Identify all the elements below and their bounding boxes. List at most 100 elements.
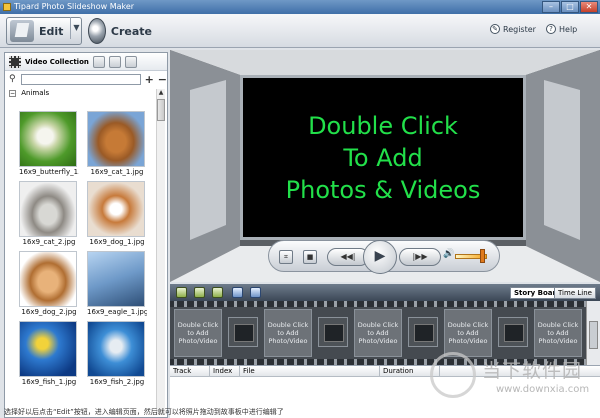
clipped-caption: 选择好以后点击“Edit”按钮，进入编辑页面，然后就可以将照片拖动到故事板中进行… [4, 408, 284, 416]
folder-icon[interactable] [124, 55, 137, 68]
volume-knob[interactable] [480, 249, 485, 263]
transition-slot[interactable] [318, 317, 348, 347]
transition-slot[interactable] [228, 317, 258, 347]
preview-line: Photos & Videos [285, 175, 481, 204]
next-button[interactable]: |▶▶ [399, 248, 441, 266]
maximize-button[interactable]: □ [561, 1, 579, 13]
thumbnail-item[interactable]: 16x9_cat_2.jpg [19, 181, 79, 246]
add-media-icon[interactable] [176, 287, 187, 298]
thumbnail-item[interactable]: 16x9_fish_2.jpg [87, 321, 147, 386]
thumbnail-image [19, 181, 77, 237]
thumbnail-item[interactable]: 16x9_fish_1.jpg [19, 321, 79, 386]
column-header-file[interactable]: File [240, 366, 380, 377]
zoom-in-icon[interactable] [232, 287, 243, 298]
create-disc-icon [88, 18, 106, 44]
create-mode-button[interactable]: Create [88, 17, 152, 45]
film-icon [9, 55, 21, 68]
thumbnail-item[interactable]: 16x9_dog_1.jpg [87, 181, 147, 246]
title-bar: Tipard Photo Slideshow Maker – □ ✕ [0, 0, 600, 14]
right-panel-decor [544, 80, 580, 240]
slot-text: Double Click to Add Photo/Video [357, 321, 399, 345]
remove-folder-button[interactable]: − [158, 73, 167, 86]
zoom-out-icon[interactable] [250, 287, 261, 298]
minimize-button[interactable]: – [542, 1, 560, 13]
tree-category[interactable]: − Animals [5, 87, 167, 99]
transition-slot[interactable] [498, 317, 528, 347]
app-icon [3, 3, 11, 11]
scrollbar-thumb[interactable] [157, 99, 165, 121]
slot-text: Double Click to Add Photo/Video [267, 321, 309, 345]
slot-text: Double Click to Add Photo/Video [177, 321, 219, 345]
thumbnail-image [87, 181, 145, 237]
thumbnail-caption: 16x9_cat_2.jpg [22, 238, 76, 246]
watermark-logo-icon [430, 352, 476, 398]
storyboard-slot[interactable]: Double Click to Add Photo/Video [444, 309, 492, 357]
column-header-index[interactable]: Index [210, 366, 240, 377]
player-controls: ⌗ ■ ◀◀| ▶ |▶▶ 🔊 [268, 240, 500, 274]
help-button[interactable]: ? Help [546, 24, 577, 34]
transition-slot[interactable] [408, 317, 438, 347]
left-panel-decor [190, 80, 226, 240]
storyboard-slot[interactable]: Double Click to Add Photo/Video [174, 309, 222, 357]
thumbnail-image [19, 111, 77, 167]
preview-screen[interactable]: Double Click To Add Photos & Videos [240, 75, 526, 240]
text-icon[interactable] [212, 287, 223, 298]
search-input[interactable] [20, 73, 141, 85]
search-icon: ⚲ [9, 74, 16, 84]
search-row: ⚲ + − [5, 71, 167, 87]
app-window: Tipard Photo Slideshow Maker – □ ✕ Edit … [0, 0, 600, 418]
library-scrollbar[interactable]: ▲ [156, 89, 165, 415]
thumbnail-item[interactable]: 16x9_butterfly_1.jpg [19, 111, 79, 176]
slot-text: Double Click to Add Photo/Video [537, 321, 579, 345]
storyboard-slot[interactable]: Double Click to Add Photo/Video [354, 309, 402, 357]
thumbnail-caption: 16x9_dog_2.jpg [21, 308, 77, 316]
thumbnail-caption: 16x9_cat_1.jpg [90, 168, 144, 176]
thumbnail-image [87, 111, 145, 167]
slot-text: Double Click to Add Photo/Video [447, 321, 489, 345]
thumbnail-image [19, 251, 77, 307]
category-label: Animals [21, 89, 50, 97]
media-library-panel: Video Collection ⚲ + − − Animals 16x9_bu… [4, 52, 168, 418]
edit-mode-icon [10, 20, 34, 42]
thumbnail-item[interactable]: 16x9_cat_1.jpg [87, 111, 147, 176]
import-icon[interactable] [108, 55, 121, 68]
fit-screen-button[interactable]: ⌗ [279, 250, 293, 264]
add-folder-button[interactable]: + [145, 73, 154, 86]
add-music-icon[interactable] [194, 287, 205, 298]
thumbnail-caption: 16x9_eagle_1.jpg [87, 308, 147, 316]
create-label: Create [110, 24, 152, 38]
tab-time-line[interactable]: Time Line [554, 287, 596, 299]
film-sprocket-top [170, 301, 586, 307]
register-button[interactable]: ✎ Register [490, 24, 536, 34]
thumbnail-image [19, 321, 77, 377]
mode-dropdown-arrow[interactable]: ▼ [70, 17, 82, 39]
collection-label: Video Collection [25, 57, 89, 66]
disc-icon[interactable] [92, 55, 105, 68]
play-button[interactable]: ▶ [363, 240, 397, 274]
thumbnail-item[interactable]: 16x9_dog_2.jpg [19, 251, 79, 316]
close-button[interactable]: ✕ [580, 1, 598, 13]
thumbnail-item[interactable]: 16x9_eagle_1.jpg [87, 251, 147, 316]
scroll-up-icon[interactable]: ▲ [157, 89, 165, 97]
preview-line: Double Click [308, 111, 458, 140]
main-toolbar: Edit ▼ Create ✎ Register ? Help [0, 14, 600, 48]
scrollbar-thumb[interactable] [589, 321, 598, 349]
watermark-url: www.downxia.com [496, 384, 590, 395]
volume-icon[interactable]: 🔊 [443, 249, 454, 259]
storyboard-slot[interactable]: Double Click to Add Photo/Video [534, 309, 582, 357]
column-header-track[interactable]: Track [170, 366, 210, 377]
watermark-text: 当下软件园 [482, 360, 583, 382]
register-label: Register [503, 24, 536, 34]
help-icon: ? [546, 24, 556, 34]
collapse-icon[interactable]: − [9, 90, 16, 97]
storyboard-toolbar: Story Board Time Line [170, 284, 600, 301]
stop-button[interactable]: ■ [303, 250, 317, 264]
edit-label: Edit [39, 24, 64, 38]
thumbnail-caption: 16x9_butterfly_1.jpg [19, 168, 79, 176]
preview-line: To Add [343, 143, 423, 172]
help-label: Help [559, 24, 578, 34]
window-title: Tipard Photo Slideshow Maker [14, 2, 135, 11]
storyboard-slot[interactable]: Double Click to Add Photo/Video [264, 309, 312, 357]
thumbnail-image [87, 251, 145, 307]
register-icon: ✎ [490, 24, 500, 34]
